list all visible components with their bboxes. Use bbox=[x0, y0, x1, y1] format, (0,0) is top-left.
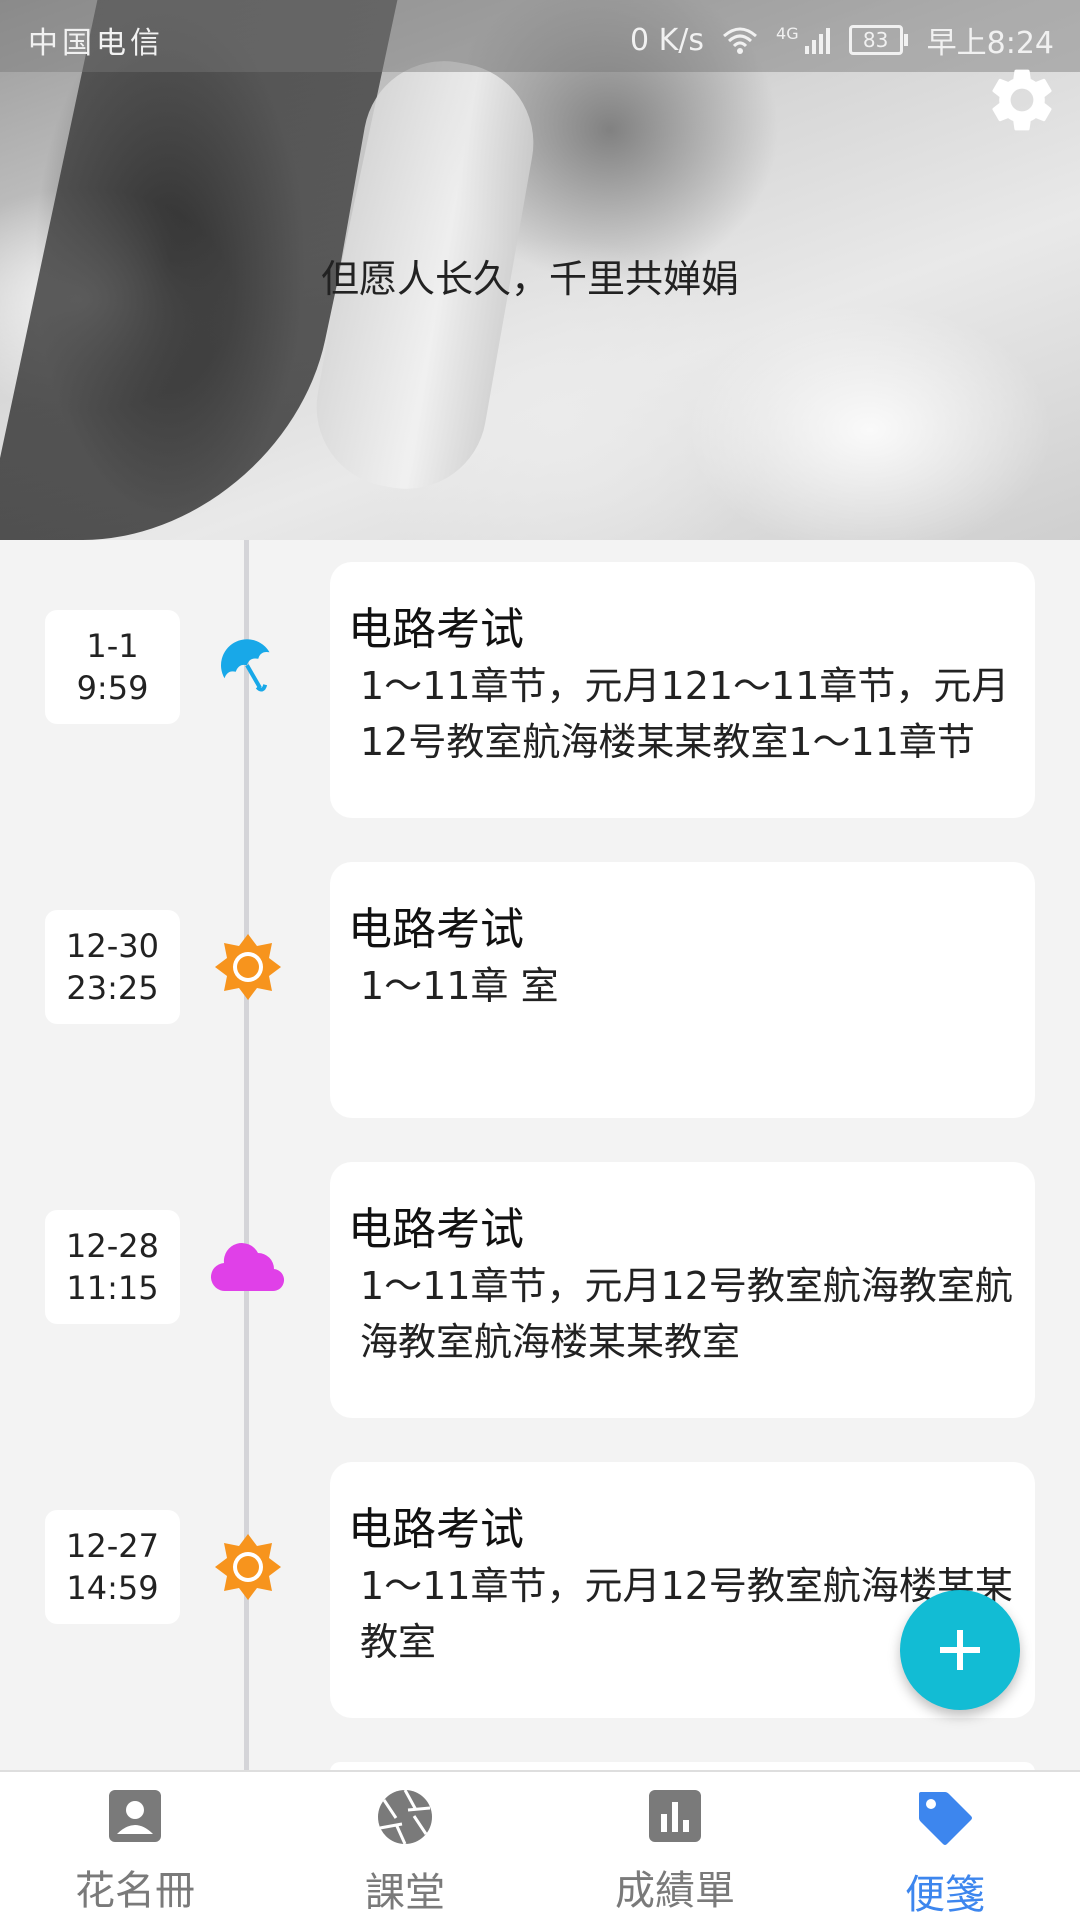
clock: 早上8:24 bbox=[926, 26, 1054, 61]
signal-icon bbox=[804, 28, 830, 54]
nav-item-grades[interactable]: 成績單 bbox=[540, 1772, 810, 1922]
note-entry: 12-30 23:25 电路考试 1～11章 室 bbox=[0, 840, 1080, 1118]
add-note-button[interactable] bbox=[900, 1590, 1020, 1710]
sun-icon bbox=[215, 934, 281, 1000]
note-body: 1～11章节，元月121～11章节，元月12号教室航海楼某某教室1～11章节 bbox=[360, 664, 1010, 764]
wifi-icon bbox=[723, 27, 758, 54]
note-title: 电路考试 bbox=[348, 904, 524, 955]
nav-label: 便箋 bbox=[905, 1872, 985, 1918]
note-card[interactable]: 电路考试 1～11章节，元月121～11章节，元月12号教室航海楼某某教室1～1… bbox=[330, 562, 1035, 818]
header-image: 但愿人长久，千里共婵娟 bbox=[0, 0, 1080, 540]
note-body: 1～11章 室 bbox=[360, 964, 559, 1008]
settings-button[interactable] bbox=[982, 60, 1062, 140]
net-speed: 0 K/s bbox=[630, 22, 705, 58]
weather-cloudy bbox=[206, 1232, 290, 1302]
battery-icon: 83 bbox=[848, 25, 908, 55]
note-datetime: 12-28 11:15 bbox=[45, 1210, 180, 1324]
tag-icon bbox=[919, 1792, 972, 1845]
sun-icon bbox=[215, 1534, 281, 1600]
note-title: 电路考试 bbox=[348, 1204, 524, 1255]
bar-chart-icon bbox=[649, 1790, 701, 1842]
note-time: 9:59 bbox=[76, 669, 149, 707]
gear-icon bbox=[992, 69, 1052, 131]
umbrella-icon bbox=[221, 639, 270, 692]
header-quote: 但愿人长久，千里共婵娟 bbox=[320, 257, 739, 301]
note-title: 电路考试 bbox=[348, 1504, 524, 1555]
nav-label: 花名冊 bbox=[75, 1868, 195, 1914]
note-date: 12-28 bbox=[66, 1227, 159, 1265]
status-bar: 中国电信 0 K/s 4G 83 早上8:24 bbox=[0, 0, 1080, 72]
note-time: 11:15 bbox=[66, 1269, 159, 1307]
weather-umbrella bbox=[206, 632, 290, 702]
weather-sunny bbox=[206, 1532, 290, 1602]
nav-item-classroom[interactable]: 課堂 bbox=[270, 1772, 540, 1922]
carrier-name: 中国电信 bbox=[28, 26, 164, 61]
note-title: 电路考试 bbox=[348, 604, 524, 655]
note-time: 23:25 bbox=[66, 969, 159, 1007]
note-date: 12-30 bbox=[66, 927, 159, 965]
bottom-nav: 花名冊 課堂 成績單 便箋 bbox=[0, 1770, 1080, 1922]
note-datetime: 12-27 14:59 bbox=[45, 1510, 180, 1624]
aperture-icon bbox=[378, 1789, 432, 1845]
contact-icon bbox=[109, 1790, 161, 1842]
note-date: 1-1 bbox=[86, 627, 139, 665]
note-date: 12-27 bbox=[66, 1527, 159, 1565]
note-datetime: 12-30 23:25 bbox=[45, 910, 180, 1024]
network-type: 4G bbox=[776, 23, 799, 43]
note-body: 1～11章节，元月12号教室航海教室航海教室航海楼某某教室 bbox=[360, 1264, 1013, 1364]
note-card[interactable]: 电路考试 1～11章节，元月12号教室航海教室航海教室航海楼某某教室 bbox=[330, 1162, 1035, 1418]
weather-sunny bbox=[206, 932, 290, 1002]
note-entry: 1-1 9:59 电路考试 1～11章节，元月121～11章节，元月12号教室航… bbox=[0, 540, 1080, 818]
note-datetime: 1-1 9:59 bbox=[45, 610, 180, 724]
cloud-icon bbox=[210, 1243, 285, 1292]
nav-label: 課堂 bbox=[365, 1870, 445, 1916]
status-icons: 0 K/s 4G 83 早上8:24 bbox=[630, 18, 1054, 62]
plus-icon bbox=[940, 1630, 980, 1670]
note-time: 14:59 bbox=[66, 1569, 159, 1607]
note-entry: 12-28 11:15 电路考试 1～11章节，元月12号教室航海教室航海教室航… bbox=[0, 1140, 1080, 1418]
note-card[interactable]: 电路考试 1～11章 室 bbox=[330, 862, 1035, 1118]
nav-item-notes[interactable]: 便箋 bbox=[810, 1772, 1080, 1922]
nav-label: 成績單 bbox=[615, 1868, 735, 1914]
nav-item-roster[interactable]: 花名冊 bbox=[0, 1772, 270, 1922]
